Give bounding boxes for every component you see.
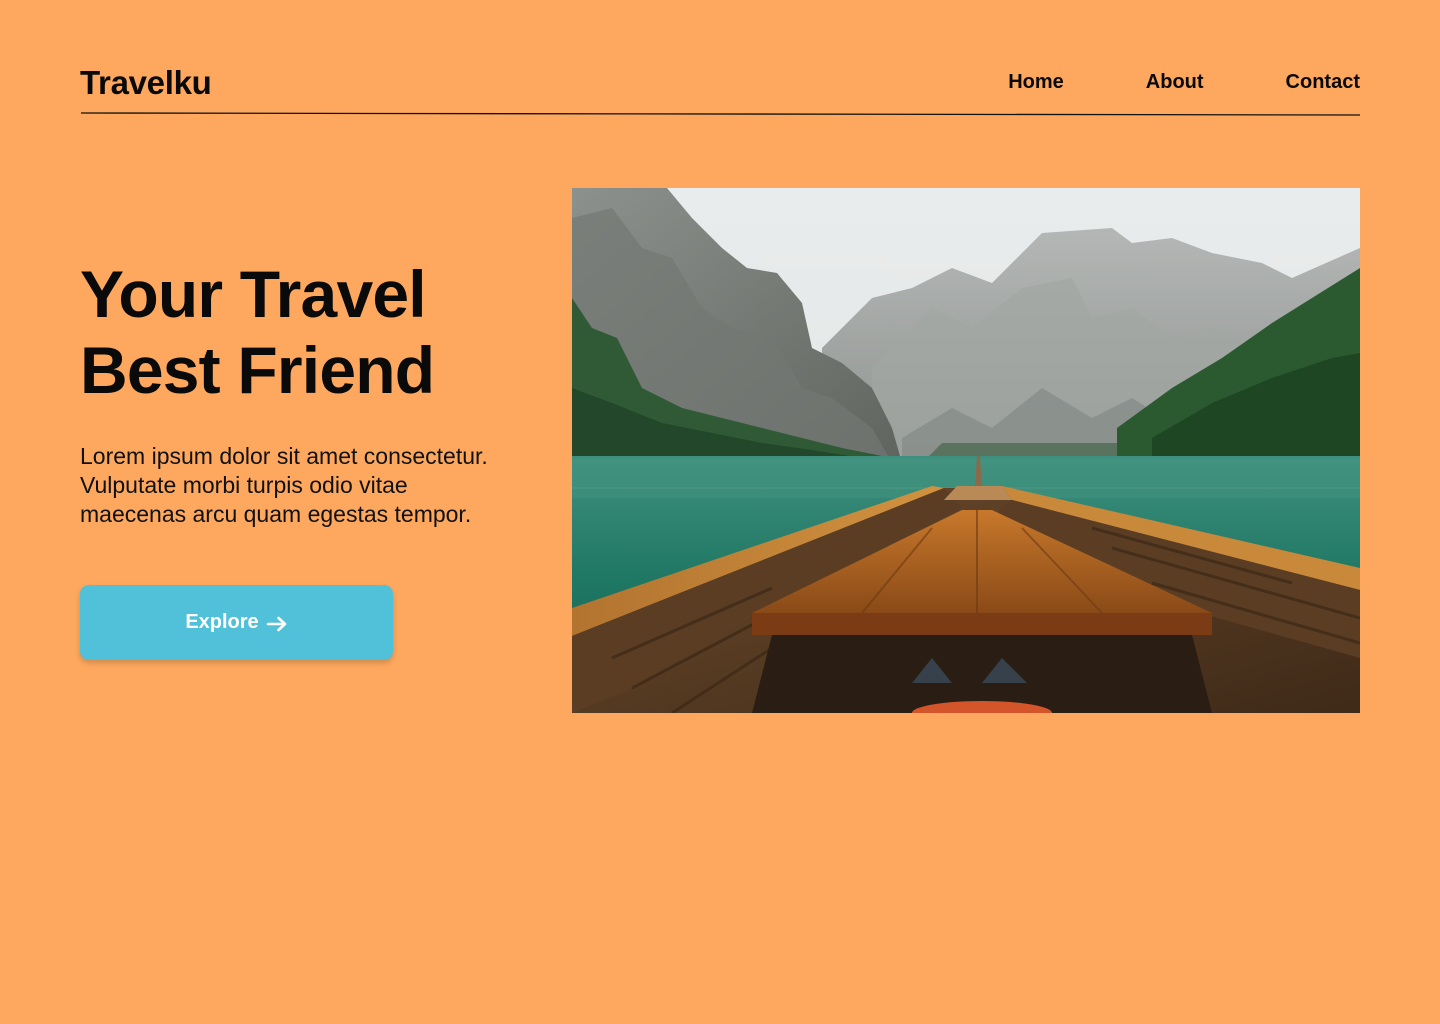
hero-title-line-2: Best Friend (80, 333, 435, 407)
hero-description-line-3: maecenas arcu quam egestas tempor. (80, 501, 472, 527)
hero-description-line-2: Vulputate morbi turpis odio vitae (80, 472, 408, 498)
hero-title-line-1: Your Travel (80, 257, 427, 331)
boat-lake-photo (572, 188, 1360, 713)
header-divider (80, 112, 1360, 116)
hero-title: Your Travel Best Friend (80, 256, 560, 408)
main-nav: Home About Contact (1008, 71, 1360, 94)
landing-page: Travelku Home About Contact Your Travel … (0, 0, 1440, 1024)
arrow-right-icon (266, 615, 288, 631)
site-header: Travelku Home About Contact (80, 60, 1360, 114)
nav-link-home[interactable]: Home (1008, 71, 1064, 94)
nav-link-about[interactable]: About (1146, 71, 1204, 94)
nav-link-contact[interactable]: Contact (1286, 71, 1360, 94)
brand-logo[interactable]: Travelku (80, 64, 212, 102)
hero-image (572, 188, 1360, 713)
hero-description-line-1: Lorem ipsum dolor sit amet consectetur. (80, 443, 488, 469)
explore-button-label: Explore (185, 611, 259, 633)
hero-description: Lorem ipsum dolor sit amet consectetur. … (80, 442, 560, 529)
explore-button[interactable]: Explore (80, 585, 393, 660)
